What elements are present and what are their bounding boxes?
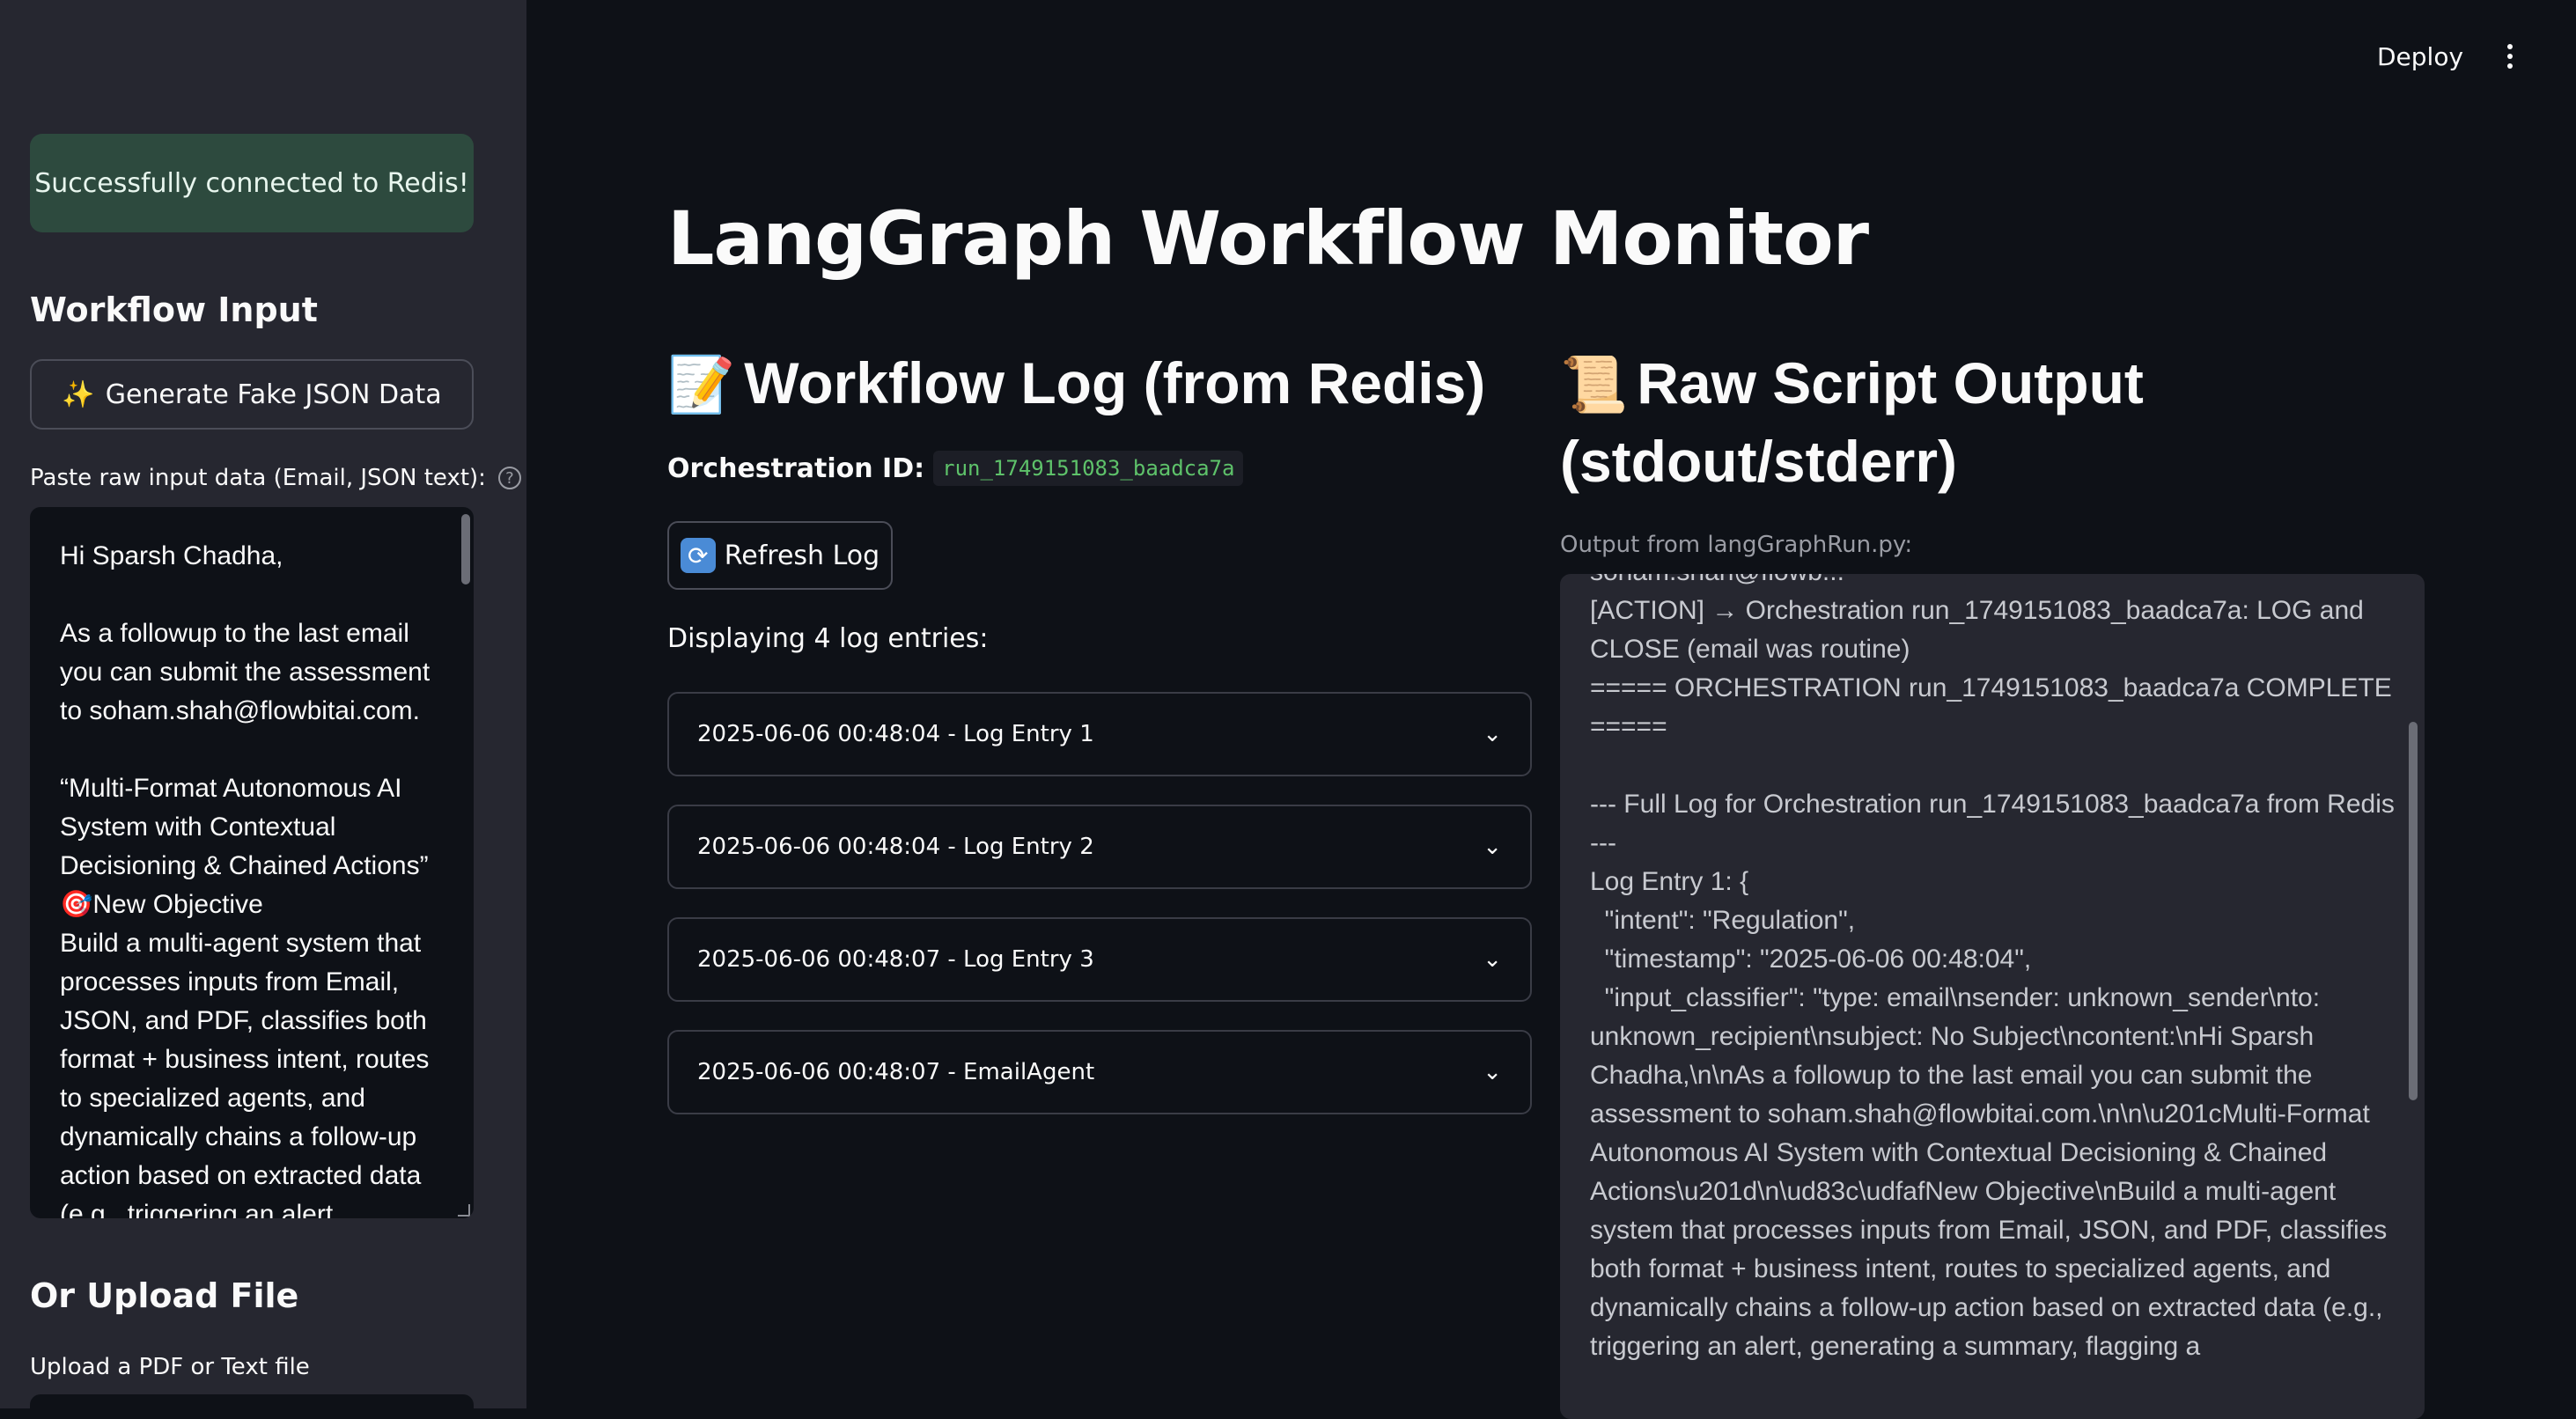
output-scrollbar[interactable] (2409, 722, 2418, 1100)
log-entry-expander[interactable]: 2025-06-06 00:48:04 - Log Entry 2 ⌄ (667, 805, 1532, 889)
generate-fake-json-button[interactable]: ✨ Generate Fake JSON Data (30, 359, 474, 430)
orchestration-id-value: run_1749151083_baadca7a (933, 451, 1244, 486)
orchestration-id-label: Orchestration ID: (667, 452, 925, 484)
chevron-down-icon: ⌄ (1483, 1059, 1502, 1085)
deploy-button[interactable]: Deploy (2377, 37, 2463, 76)
generate-fake-json-label: Generate Fake JSON Data (105, 379, 442, 410)
refresh-icon: ⟳ (680, 538, 716, 573)
help-icon[interactable]: ? (497, 467, 521, 489)
log-entry-title: 2025-06-06 00:48:07 - Log Entry 3 (697, 946, 1094, 973)
raw-output-heading-line1: Raw Script Output (1637, 350, 2144, 415)
memo-icon: 📝 (667, 355, 736, 415)
textarea-resize-handle[interactable] (458, 1204, 470, 1217)
log-entry-title: 2025-06-06 00:48:04 - Log Entry 2 (697, 834, 1094, 860)
log-count-text: Displaying 4 log entries: (667, 623, 989, 654)
more-options-icon[interactable] (2497, 39, 2523, 74)
upload-label: Upload a PDF or Text file (30, 1354, 310, 1380)
raw-input-textarea[interactable]: Hi Sparsh Chadha, As a followup to the l… (30, 507, 474, 1218)
paste-input-label-text: Paste raw input data (Email, JSON text): (30, 465, 486, 491)
output-label: Output from langGraphRun.py: (1560, 532, 1913, 558)
workflow-input-heading: Workflow Input (30, 290, 318, 329)
refresh-log-label: Refresh Log (724, 540, 880, 571)
chevron-down-icon: ⌄ (1483, 721, 1502, 747)
log-entry-title: 2025-06-06 00:48:04 - Log Entry 1 (697, 721, 1094, 747)
scroll-icon: 📜 (1560, 355, 1629, 415)
sidebar: Successfully connected to Redis! Workflo… (0, 0, 526, 1408)
upload-heading: Or Upload File (30, 1276, 299, 1315)
orchestration-id-row: Orchestration ID: run_1749151083_baadca7… (667, 451, 1244, 486)
script-output-text: soham.shah@flowb... [ACTION] → Orchestra… (1590, 574, 2395, 1361)
raw-output-heading: 📜 Raw Script Output (stdout/stderr) (1560, 345, 2144, 499)
workflow-log-heading: 📝 Workflow Log (from Redis) (667, 345, 1485, 423)
log-entry-expander[interactable]: 2025-06-06 00:48:07 - Log Entry 3 ⌄ (667, 917, 1532, 1002)
page-title: LangGraph Workflow Monitor (667, 195, 1869, 282)
refresh-log-button[interactable]: ⟳ Refresh Log (667, 521, 893, 590)
raw-output-heading-line2: (stdout/stderr) (1560, 429, 1957, 494)
workflow-log-heading-text: Workflow Log (from Redis) (744, 350, 1486, 415)
script-output-box[interactable]: soham.shah@flowb... [ACTION] → Orchestra… (1560, 574, 2425, 1419)
paste-input-label: Paste raw input data (Email, JSON text):… (30, 465, 521, 491)
log-entry-expander[interactable]: 2025-06-06 00:48:04 - Log Entry 1 ⌄ (667, 692, 1532, 776)
sparkles-icon: ✨ (62, 379, 95, 410)
log-entry-title: 2025-06-06 00:48:07 - EmailAgent (697, 1059, 1095, 1085)
raw-input-text[interactable]: Hi Sparsh Chadha, As a followup to the l… (60, 537, 447, 1218)
file-upload-dropzone[interactable] (30, 1394, 474, 1408)
log-entry-expander[interactable]: 2025-06-06 00:48:07 - EmailAgent ⌄ (667, 1030, 1532, 1114)
chevron-down-icon: ⌄ (1483, 946, 1502, 973)
chevron-down-icon: ⌄ (1483, 834, 1502, 860)
redis-success-alert: Successfully connected to Redis! (30, 134, 474, 232)
textarea-scrollbar[interactable] (461, 514, 470, 585)
